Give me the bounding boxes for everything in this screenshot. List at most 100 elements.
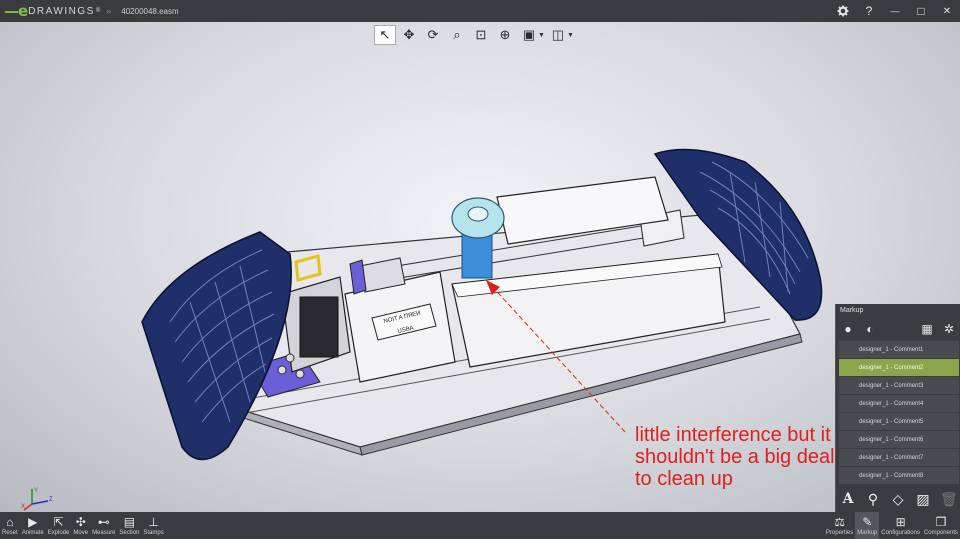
view-orientation-icon: ▣ xyxy=(522,27,536,42)
explode-button[interactable]: ⇱ Explode xyxy=(46,512,72,539)
zoom-fit-tool-button[interactable]: ⊕ xyxy=(494,25,516,45)
comment-item[interactable]: designer_1 - Comment1 xyxy=(839,341,959,358)
home-icon: ⌂ xyxy=(6,515,14,529)
cursor-arrow-icon: ↖ xyxy=(379,27,391,42)
bottom-toolbar: ⌂ Reset ▶ Animate ⇱ Explode ✣ Move ⊷ Measure … xyxy=(0,512,960,539)
section-label: Section xyxy=(119,530,140,536)
screw xyxy=(277,365,287,375)
file-name-tab[interactable]: 40200048.easm xyxy=(121,7,178,16)
display-style-button[interactable]: ◫ xyxy=(547,25,569,45)
markup-panel-toolbar: ● ◐ ▦ ✲ xyxy=(836,319,960,339)
transformer-core xyxy=(299,296,339,358)
display-style-icon: ◫ xyxy=(551,27,565,42)
measure-icon: ⊷ xyxy=(97,515,110,529)
comment-item[interactable]: designer_1 - Comment6 xyxy=(839,431,959,448)
configurations-button[interactable]: ⊞ Configurations xyxy=(879,512,922,539)
breadcrumb-arrow: » xyxy=(106,6,112,16)
settings-button[interactable] xyxy=(830,0,856,22)
zoom-tool-button[interactable]: ⌕ xyxy=(446,25,468,45)
markup-tools: A ⚲ ◇ ▨ 🗑 xyxy=(836,488,960,510)
scales-icon: ⚖ xyxy=(834,515,845,529)
comment-item[interactable]: designer_1 - Comment3 xyxy=(839,377,959,394)
minimize-button[interactable]: — xyxy=(882,0,908,22)
screw xyxy=(285,353,295,363)
explode-label: Explode xyxy=(47,530,70,536)
animate-label: Animate xyxy=(21,530,44,536)
image-tool-icon[interactable]: ▨ xyxy=(915,491,931,508)
markup-filter-icon[interactable]: ▦ xyxy=(919,322,935,336)
zoom-icon: ⌕ xyxy=(453,27,461,42)
pan-tool-button[interactable]: ✥ xyxy=(398,25,420,45)
components-icon: ❒ xyxy=(935,515,947,529)
comment-item[interactable]: designer_1 - Comment7 xyxy=(839,449,959,466)
markup-button[interactable]: ✎ Markup xyxy=(855,512,880,539)
triad-z-label: Z xyxy=(49,497,53,503)
components-button[interactable]: ❒ Components xyxy=(922,512,960,539)
markup-panel-title: Markup xyxy=(840,307,864,314)
zoom-area-tool-button[interactable]: ⊡ xyxy=(470,25,492,45)
maximize-button[interactable]: □ xyxy=(908,0,934,22)
screw xyxy=(295,369,305,379)
reset-button[interactable]: ⌂ Reset xyxy=(0,512,20,539)
trash-icon[interactable]: 🗑 xyxy=(940,491,958,508)
chevron-down-icon[interactable]: ▼ xyxy=(538,32,545,39)
stamps-button[interactable]: ⊥ Stamps xyxy=(141,512,165,539)
rotate-icon: ⟳ xyxy=(427,27,439,42)
triad-x-label: X xyxy=(21,504,25,510)
comment-bubble-icon[interactable]: ● xyxy=(840,322,856,336)
gear-icon xyxy=(837,5,849,17)
comment-item[interactable]: designer_1 - Comment5 xyxy=(839,413,959,430)
help-button[interactable]: ? xyxy=(856,0,882,22)
components-label: Components xyxy=(923,530,958,536)
configurations-icon: ⊞ xyxy=(895,515,906,529)
select-tool-button[interactable]: ↖ xyxy=(374,25,396,45)
play-icon: ▶ xyxy=(28,515,38,529)
markup-settings-gear-icon[interactable]: ✲ xyxy=(941,322,957,336)
move-button[interactable]: ✣ Move xyxy=(71,512,90,539)
chevron-down-icon[interactable]: ▼ xyxy=(567,32,574,39)
comment-item-selected[interactable]: designer_1 - Comment2 xyxy=(839,359,959,376)
zoom-fit-icon: ⊕ xyxy=(499,27,511,42)
logo-text: DRAWINGS xyxy=(28,5,95,17)
triad-y-label: Y xyxy=(34,488,38,494)
model-viewport[interactable]: NOIT A ПЯEИ USBA ↖ ✥ ⟳ ⌕ ⊡ ⊕ ▣ ▼ ◫ ▼ lit… xyxy=(0,22,960,512)
comment-item[interactable]: designer_1 - Comment8 xyxy=(839,467,959,484)
zoom-area-icon: ⊡ xyxy=(475,27,487,42)
title-bar: —e DRAWINGS ® » 40200048.easm ? — □ ✕ xyxy=(0,0,960,22)
section-icon: ▤ xyxy=(123,515,136,529)
shapes-tool-icon[interactable]: ⚲ xyxy=(865,491,881,508)
edrawings-logo: —e DRAWINGS ® xyxy=(4,0,100,22)
reply-bubble-icon[interactable]: ◐ xyxy=(862,322,878,336)
markup-panel: Markup ● ◐ ▦ ✲ designer_1 - Comment1 des… xyxy=(835,304,960,512)
configurations-label: Configurations xyxy=(881,530,920,536)
section-button[interactable]: ▤ Section xyxy=(117,512,141,539)
properties-button[interactable]: ⚖ Properties xyxy=(824,512,855,539)
logo-mark: —e xyxy=(4,2,28,20)
stamp-icon: ⊥ xyxy=(148,515,159,529)
explode-icon: ⇱ xyxy=(53,515,64,529)
pan-icon: ✥ xyxy=(403,27,415,42)
close-button[interactable]: ✕ xyxy=(934,0,960,22)
move-icon: ✣ xyxy=(75,515,86,529)
comment-item[interactable]: designer_1 - Comment4 xyxy=(839,395,959,412)
pencil-icon: ✎ xyxy=(862,515,873,529)
trademark-symbol: ® xyxy=(95,8,101,14)
rotate-tool-button[interactable]: ⟳ xyxy=(422,25,444,45)
view-toolbar: ↖ ✥ ⟳ ⌕ ⊡ ⊕ ▣ ▼ ◫ ▼ xyxy=(374,25,574,45)
text-tool-icon[interactable]: A xyxy=(840,491,856,507)
axis-triad: Y Z X xyxy=(21,488,53,511)
view-orientation-button[interactable]: ▣ xyxy=(518,25,540,45)
reset-label: Reset xyxy=(2,530,18,536)
interfering-cylinder[interactable] xyxy=(461,231,493,279)
move-label: Move xyxy=(73,530,89,536)
measure-button[interactable]: ⊷ Measure xyxy=(90,512,117,539)
fan-hub xyxy=(467,206,489,222)
measure-label: Measure xyxy=(92,530,116,536)
comment-list: designer_1 - Comment1 designer_1 - Comme… xyxy=(839,341,959,484)
markup-label: Markup xyxy=(857,530,878,536)
stamps-label: Stamps xyxy=(143,530,164,536)
markup-annotation-text[interactable]: little interference but it shouldn't be … xyxy=(635,424,835,490)
dimension-tool-icon[interactable]: ◇ xyxy=(890,491,906,508)
properties-label: Properties xyxy=(825,530,854,536)
animate-button[interactable]: ▶ Animate xyxy=(20,512,46,539)
